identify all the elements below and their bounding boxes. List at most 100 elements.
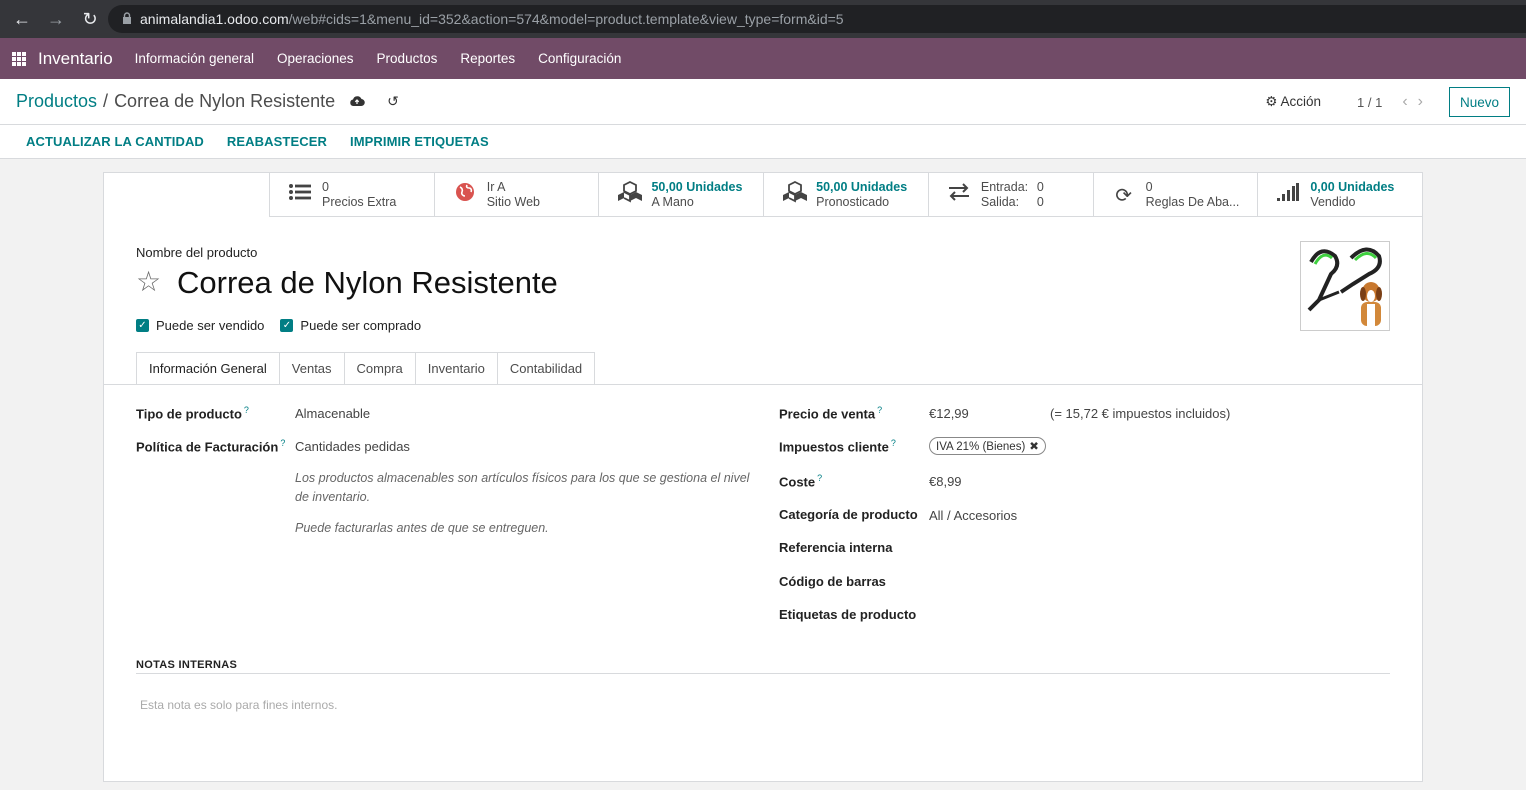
- rules-label: Reglas De Aba...: [1145, 195, 1240, 209]
- cost-field[interactable]: €8,99: [929, 474, 962, 489]
- sale-price-label: Precio de venta?: [779, 405, 882, 421]
- sale-price-field[interactable]: €12,99: [929, 406, 969, 421]
- tax-tag[interactable]: IVA 21% (Bienes) ✖: [929, 437, 1046, 455]
- sold-button[interactable]: 0,00 Unidades Vendido: [1257, 173, 1422, 217]
- product-checkboxes: ✓ Puede ser vendido ✓ Puede ser comprado: [136, 318, 421, 333]
- internal-reference-label: Referencia interna: [779, 540, 893, 555]
- forward-icon[interactable]: →: [44, 7, 68, 31]
- out-label: Salida:: [980, 195, 1020, 209]
- main-navbar: Inventario Información general Operacion…: [0, 38, 1526, 79]
- tab-inventario[interactable]: Inventario: [415, 352, 498, 385]
- help-marker[interactable]: ?: [244, 405, 249, 415]
- cost-label: Coste?: [779, 473, 822, 489]
- can-be-sold-label: Puede ser vendido: [156, 318, 265, 333]
- breadcrumb-productos[interactable]: Productos: [16, 91, 97, 111]
- favorite-star-icon[interactable]: ☆: [136, 265, 161, 298]
- smart-button-box: 0 Precios Extra Ir A Sitio Web 50,00 Unida…: [269, 173, 1422, 217]
- product-name-field[interactable]: Correa de Nylon Resistente: [177, 265, 558, 301]
- url-host: animalandia1.odoo.com: [140, 11, 289, 27]
- cubes-icon: [617, 180, 643, 209]
- help-marker[interactable]: ?: [877, 405, 882, 415]
- print-labels-button[interactable]: IMPRIMIR ETIQUETAS: [350, 134, 489, 149]
- website-label: Sitio Web: [486, 195, 540, 209]
- control-panel: Productos / Correa de Nylon Resistente ↺ ⚙…: [0, 79, 1526, 125]
- pager-value[interactable]: 1 / 1: [1357, 95, 1382, 110]
- forecasted-button[interactable]: 50,00 Unidades Pronosticado: [763, 173, 928, 217]
- product-type-field[interactable]: Almacenable: [295, 406, 370, 421]
- reorder-rules-button[interactable]: ⟳ 0 Reglas De Aba...: [1092, 173, 1258, 217]
- apps-menu-icon[interactable]: [12, 51, 26, 66]
- extra-prices-value: 0: [322, 180, 329, 194]
- browser-toolbar: ← → ↻ animalandia1.odoo.com/web#cids=1&m…: [0, 0, 1526, 38]
- sold-value: 0,00 Unidades: [1310, 180, 1395, 194]
- go-to-website-button[interactable]: Ir A Sitio Web: [433, 173, 599, 217]
- menu-informacion-general[interactable]: Información general: [135, 51, 254, 66]
- breadcrumb-separator: /: [103, 91, 109, 111]
- product-type-label: Tipo de producto?: [136, 405, 249, 421]
- rules-value: 0: [1145, 180, 1153, 194]
- on-hand-button[interactable]: 50,00 Unidades A Mano: [598, 173, 763, 217]
- extra-prices-label: Precios Extra: [322, 195, 397, 209]
- save-cloud-icon[interactable]: [349, 94, 365, 110]
- sale-price-taxed-text: (= 15,72 € impuestos incluidos): [1050, 406, 1231, 421]
- reload-icon[interactable]: ↻: [78, 7, 102, 31]
- form-sheet: 0 Precios Extra Ir A Sitio Web 50,00 Unida…: [103, 172, 1423, 782]
- breadcrumb: Productos / Correa de Nylon Resistente: [16, 91, 335, 112]
- forecasted-label: Pronosticado: [816, 195, 890, 209]
- help-marker[interactable]: ?: [891, 438, 896, 448]
- exchange-icon: [947, 183, 971, 207]
- lock-icon: [122, 11, 132, 27]
- in-out-button[interactable]: Entrada: 0 Salida: 0: [927, 173, 1093, 217]
- update-quantity-button[interactable]: ACTUALIZAR LA CANTIDAD: [26, 134, 204, 149]
- product-tags-label: Etiquetas de producto: [779, 607, 917, 622]
- sold-label: Vendido: [1310, 195, 1356, 209]
- back-icon[interactable]: ←: [10, 7, 34, 31]
- menu-productos[interactable]: Productos: [377, 51, 438, 66]
- on-hand-label: A Mano: [651, 195, 694, 209]
- out-value: 0: [1036, 195, 1044, 209]
- pager-next-icon[interactable]: ›: [1418, 93, 1423, 111]
- help-marker[interactable]: ?: [817, 473, 822, 483]
- invoice-policy-field[interactable]: Cantidades pedidas: [295, 439, 410, 454]
- help-marker[interactable]: ?: [280, 438, 285, 448]
- customer-taxes-label-text: Impuestos cliente: [779, 439, 889, 455]
- product-type-help-text: Los productos almacenables son artículos…: [295, 471, 750, 504]
- action-menu-button[interactable]: ⚙ Acción: [1265, 94, 1321, 110]
- tab-ventas[interactable]: Ventas: [279, 352, 345, 385]
- extra-prices-button[interactable]: 0 Precios Extra: [269, 173, 434, 217]
- control-panel-right: ⚙ Acción 1 / 1 ‹ › Nuevo: [1265, 79, 1510, 125]
- discard-icon[interactable]: ↺: [387, 93, 399, 110]
- tab-contabilidad[interactable]: Contabilidad: [497, 352, 596, 385]
- refresh-icon: ⟳: [1115, 184, 1132, 207]
- website-value: Ir A: [486, 180, 506, 194]
- url-path: /web#cids=1&menu_id=352&action=574&model…: [288, 11, 844, 27]
- invoice-policy-label-text: Política de Facturación: [136, 439, 279, 455]
- menu-configuracion[interactable]: Configuración: [538, 51, 621, 66]
- remove-tag-icon[interactable]: ✖: [1029, 441, 1039, 453]
- pager-prev-icon[interactable]: ‹: [1402, 93, 1407, 111]
- tabs-divider: [104, 384, 1422, 385]
- internal-notes-divider: [136, 673, 1390, 674]
- cost-label-text: Coste: [779, 474, 816, 490]
- tab-informacion-general[interactable]: Información General: [136, 352, 280, 385]
- address-bar[interactable]: animalandia1.odoo.com/web#cids=1&menu_id…: [108, 5, 1526, 33]
- can-be-sold-checkbox[interactable]: ✓: [136, 319, 149, 332]
- product-image[interactable]: [1300, 241, 1390, 331]
- in-label: Entrada:: [980, 180, 1029, 194]
- customer-taxes-label: Impuestos cliente?: [779, 438, 896, 454]
- replenish-button[interactable]: REABASTECER: [227, 134, 327, 149]
- category-field[interactable]: All / Accesorios: [929, 508, 1017, 523]
- breadcrumb-current: Correa de Nylon Resistente: [114, 91, 336, 111]
- internal-notes-field[interactable]: Esta nota es solo para fines internos.: [140, 698, 337, 712]
- new-button[interactable]: Nuevo: [1448, 87, 1510, 117]
- category-label: Categoría de producto: [779, 507, 918, 522]
- app-name[interactable]: Inventario: [38, 49, 113, 69]
- tab-compra[interactable]: Compra: [344, 352, 416, 385]
- on-hand-value: 50,00 Unidades: [651, 180, 743, 194]
- can-be-purchased-checkbox[interactable]: ✓: [280, 319, 294, 332]
- product-name-label: Nombre del producto: [136, 245, 258, 260]
- menu-operaciones[interactable]: Operaciones: [277, 51, 354, 66]
- menu-reportes[interactable]: Reportes: [460, 51, 515, 66]
- forecasted-value: 50,00 Unidades: [816, 180, 908, 194]
- signal-bars-icon: [1276, 183, 1300, 207]
